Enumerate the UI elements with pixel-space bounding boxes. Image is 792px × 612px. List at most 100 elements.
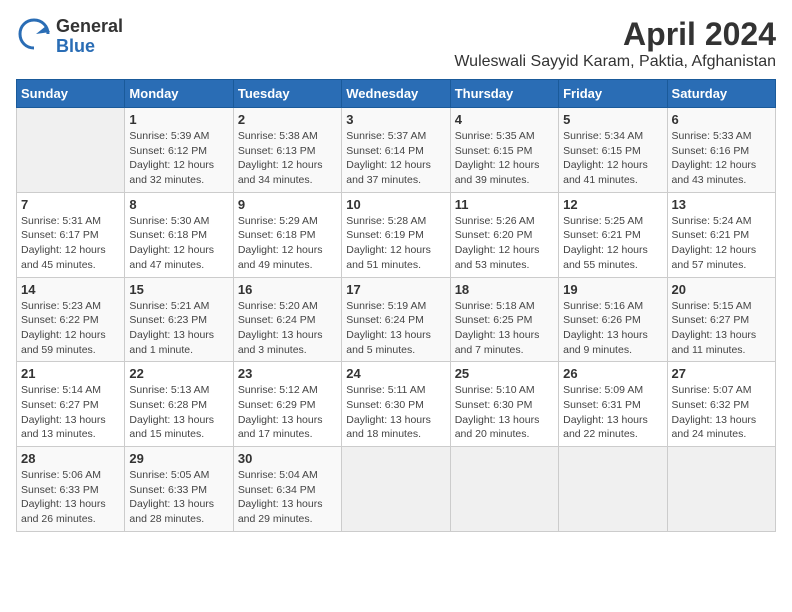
page-header: General Blue April 2024 Wuleswali Sayyid… (16, 16, 776, 71)
calendar-cell: 3 Sunrise: 5:37 AM Sunset: 6:14 PM Daylig… (342, 108, 450, 193)
calendar-cell (559, 447, 667, 532)
day-number: 3 (346, 112, 445, 127)
day-number: 13 (672, 197, 771, 212)
calendar-cell: 21Sunrise: 5:14 AM Sunset: 6:27 PM Dayli… (17, 362, 125, 447)
calendar-cell: 8 Sunrise: 5:30 AM Sunset: 6:18 PM Daylig… (125, 192, 233, 277)
calendar-cell (342, 447, 450, 532)
day-number: 17 (346, 282, 445, 297)
day-number: 27 (672, 366, 771, 381)
calendar-cell: 7 Sunrise: 5:31 AM Sunset: 6:17 PM Daylig… (17, 192, 125, 277)
day-info: Sunrise: 5:37 AM Sunset: 6:14 PM Dayligh… (346, 129, 445, 188)
day-info: Sunrise: 5:13 AM Sunset: 6:28 PM Dayligh… (129, 383, 228, 442)
logo: General Blue (16, 16, 123, 57)
calendar-cell: 20 Sunrise: 5:15 AM Sunset: 6:27 PM Dayli… (667, 277, 775, 362)
calendar-cell: 29Sunrise: 5:05 AM Sunset: 6:33 PM Dayli… (125, 447, 233, 532)
calendar-cell: 16 Sunrise: 5:20 AM Sunset: 6:24 PM Dayli… (233, 277, 341, 362)
calendar-cell: 24 Sunrise: 5:11 AM Sunset: 6:30 PM Dayli… (342, 362, 450, 447)
day-number: 10 (346, 197, 445, 212)
calendar-cell: 6Sunrise: 5:33 AM Sunset: 6:16 PM Daylig… (667, 108, 775, 193)
calendar-cell: 28Sunrise: 5:06 AM Sunset: 6:33 PM Dayli… (17, 447, 125, 532)
calendar-week-row: 14Sunrise: 5:23 AM Sunset: 6:22 PM Dayli… (17, 277, 776, 362)
calendar-cell: 26 Sunrise: 5:09 AM Sunset: 6:31 PM Dayli… (559, 362, 667, 447)
day-info: Sunrise: 5:11 AM Sunset: 6:30 PM Dayligh… (346, 383, 445, 442)
day-info: Sunrise: 5:28 AM Sunset: 6:19 PM Dayligh… (346, 214, 445, 273)
calendar-cell: 23Sunrise: 5:12 AM Sunset: 6:29 PM Dayli… (233, 362, 341, 447)
day-number: 29 (129, 451, 228, 466)
day-info: Sunrise: 5:29 AM Sunset: 6:18 PM Dayligh… (238, 214, 337, 273)
logo-text: General Blue (56, 17, 123, 57)
calendar-cell: 5Sunrise: 5:34 AM Sunset: 6:15 PM Daylig… (559, 108, 667, 193)
day-number: 23 (238, 366, 337, 381)
calendar-cell: 12 Sunrise: 5:25 AM Sunset: 6:21 PM Dayli… (559, 192, 667, 277)
calendar-cell: 22 Sunrise: 5:13 AM Sunset: 6:28 PM Dayli… (125, 362, 233, 447)
day-info: Sunrise: 5:15 AM Sunset: 6:27 PM Dayligh… (672, 299, 771, 358)
day-info: Sunrise: 5:18 AM Sunset: 6:25 PM Dayligh… (455, 299, 554, 358)
calendar-cell (450, 447, 558, 532)
day-info: Sunrise: 5:35 AM Sunset: 6:15 PM Dayligh… (455, 129, 554, 188)
day-number: 28 (21, 451, 120, 466)
day-number: 20 (672, 282, 771, 297)
calendar-header-row: Sunday Monday Tuesday Wednesday Thursday… (17, 80, 776, 108)
day-number: 14 (21, 282, 120, 297)
day-info: Sunrise: 5:09 AM Sunset: 6:31 PM Dayligh… (563, 383, 662, 442)
calendar-cell: 15 Sunrise: 5:21 AM Sunset: 6:23 PM Dayli… (125, 277, 233, 362)
calendar-cell: 13Sunrise: 5:24 AM Sunset: 6:21 PM Dayli… (667, 192, 775, 277)
day-info: Sunrise: 5:07 AM Sunset: 6:32 PM Dayligh… (672, 383, 771, 442)
header-thursday: Thursday (450, 80, 558, 108)
calendar-cell: 9 Sunrise: 5:29 AM Sunset: 6:18 PM Daylig… (233, 192, 341, 277)
day-info: Sunrise: 5:16 AM Sunset: 6:26 PM Dayligh… (563, 299, 662, 358)
calendar-cell: 14Sunrise: 5:23 AM Sunset: 6:22 PM Dayli… (17, 277, 125, 362)
day-info: Sunrise: 5:30 AM Sunset: 6:18 PM Dayligh… (129, 214, 228, 273)
day-info: Sunrise: 5:34 AM Sunset: 6:15 PM Dayligh… (563, 129, 662, 188)
calendar-week-row: 7 Sunrise: 5:31 AM Sunset: 6:17 PM Daylig… (17, 192, 776, 277)
day-info: Sunrise: 5:10 AM Sunset: 6:30 PM Dayligh… (455, 383, 554, 442)
day-info: Sunrise: 5:19 AM Sunset: 6:24 PM Dayligh… (346, 299, 445, 358)
calendar-cell: 4 Sunrise: 5:35 AM Sunset: 6:15 PM Daylig… (450, 108, 558, 193)
header-wednesday: Wednesday (342, 80, 450, 108)
day-info: Sunrise: 5:39 AM Sunset: 6:12 PM Dayligh… (129, 129, 228, 188)
day-number: 24 (346, 366, 445, 381)
day-number: 1 (129, 112, 228, 127)
header-saturday: Saturday (667, 80, 775, 108)
day-number: 8 (129, 197, 228, 212)
day-info: Sunrise: 5:25 AM Sunset: 6:21 PM Dayligh… (563, 214, 662, 273)
calendar-week-row: 21Sunrise: 5:14 AM Sunset: 6:27 PM Dayli… (17, 362, 776, 447)
day-info: Sunrise: 5:04 AM Sunset: 6:34 PM Dayligh… (238, 468, 337, 527)
day-number: 7 (21, 197, 120, 212)
calendar-week-row: 1 Sunrise: 5:39 AM Sunset: 6:12 PM Daylig… (17, 108, 776, 193)
calendar-table: Sunday Monday Tuesday Wednesday Thursday… (16, 79, 776, 532)
day-info: Sunrise: 5:20 AM Sunset: 6:24 PM Dayligh… (238, 299, 337, 358)
day-number: 9 (238, 197, 337, 212)
day-number: 15 (129, 282, 228, 297)
logo-icon (16, 16, 52, 57)
day-number: 19 (563, 282, 662, 297)
calendar-cell (667, 447, 775, 532)
calendar-cell: 30 Sunrise: 5:04 AM Sunset: 6:34 PM Dayli… (233, 447, 341, 532)
day-number: 26 (563, 366, 662, 381)
calendar-cell: 10 Sunrise: 5:28 AM Sunset: 6:19 PM Dayli… (342, 192, 450, 277)
day-number: 16 (238, 282, 337, 297)
day-info: Sunrise: 5:21 AM Sunset: 6:23 PM Dayligh… (129, 299, 228, 358)
calendar-cell: 17 Sunrise: 5:19 AM Sunset: 6:24 PM Dayli… (342, 277, 450, 362)
calendar-cell: 27 Sunrise: 5:07 AM Sunset: 6:32 PM Dayli… (667, 362, 775, 447)
day-number: 6 (672, 112, 771, 127)
day-number: 30 (238, 451, 337, 466)
day-info: Sunrise: 5:26 AM Sunset: 6:20 PM Dayligh… (455, 214, 554, 273)
day-info: Sunrise: 5:31 AM Sunset: 6:17 PM Dayligh… (21, 214, 120, 273)
day-number: 22 (129, 366, 228, 381)
calendar-cell: 25Sunrise: 5:10 AM Sunset: 6:30 PM Dayli… (450, 362, 558, 447)
calendar-cell: 18 Sunrise: 5:18 AM Sunset: 6:25 PM Dayli… (450, 277, 558, 362)
header-sunday: Sunday (17, 80, 125, 108)
day-number: 12 (563, 197, 662, 212)
day-number: 11 (455, 197, 554, 212)
calendar-cell: 1 Sunrise: 5:39 AM Sunset: 6:12 PM Daylig… (125, 108, 233, 193)
location: Wuleswali Sayyid Karam, Paktia, Afghanis… (454, 53, 776, 71)
day-number: 4 (455, 112, 554, 127)
day-number: 21 (21, 366, 120, 381)
header-tuesday: Tuesday (233, 80, 341, 108)
header-monday: Monday (125, 80, 233, 108)
calendar-cell: 11 Sunrise: 5:26 AM Sunset: 6:20 PM Dayli… (450, 192, 558, 277)
calendar-cell: 2Sunrise: 5:38 AM Sunset: 6:13 PM Daylig… (233, 108, 341, 193)
day-number: 18 (455, 282, 554, 297)
title-section: April 2024 Wuleswali Sayyid Karam, Pakti… (454, 16, 776, 71)
